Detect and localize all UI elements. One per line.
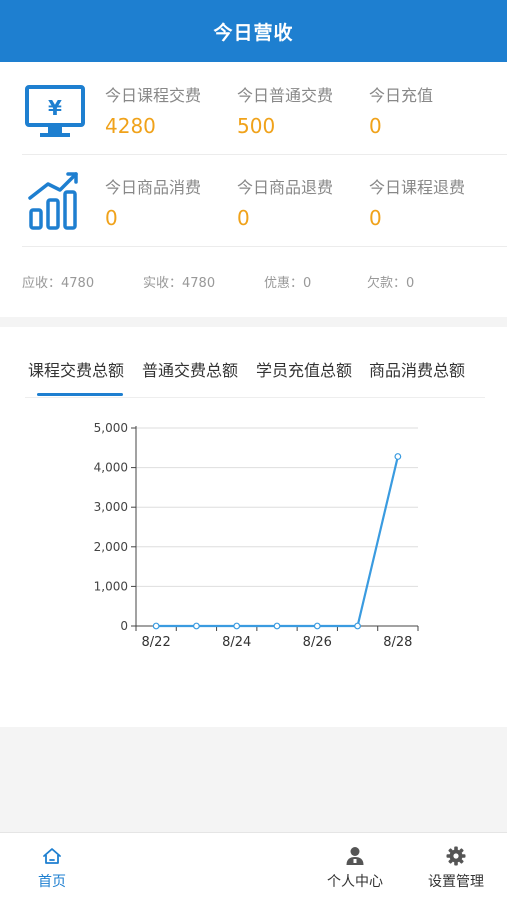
data-point [354, 622, 361, 630]
tab-normal-fee-total[interactable]: 普通交费总额 [142, 357, 238, 381]
data-point [233, 622, 241, 630]
bottom-nav: 首页 个人中心 设置管理 [0, 832, 507, 900]
series-line [156, 456, 399, 628]
revenue-summary: ¥ 今日课程交费 4280 今日普通交费 500 今日充值 0 今日商品消费 0… [0, 62, 507, 317]
stat-recharge[interactable]: 今日充值 0 [369, 82, 499, 138]
monitor-yuan-icon: ¥ [22, 78, 88, 142]
stat-label: 今日商品退费 [237, 178, 334, 197]
stat-value: 0 [237, 206, 250, 230]
tab-goods-consume-total[interactable]: 商品消费总额 [369, 357, 465, 381]
data-point [193, 622, 200, 630]
x-tick-label: 8/24 [222, 635, 251, 650]
nav-label: 首页 [38, 874, 66, 890]
stat-label: 今日普通交费 [237, 86, 334, 105]
x-tick-label: 8/22 [142, 635, 171, 650]
nav-profile[interactable]: 个人中心 [315, 845, 395, 891]
stat-label: 今日课程退费 [369, 178, 466, 197]
tabs-divider [25, 397, 485, 398]
stat-course-refund[interactable]: 今日课程退费 0 [369, 174, 499, 230]
stat-value: 0 [369, 114, 382, 138]
stat-label: 今日充值 [369, 86, 434, 105]
total-discount: 优惠：0 [264, 276, 312, 291]
stat-label: 今日课程交费 [105, 86, 202, 105]
stat-row-goods: 今日商品消费 0 今日商品退费 0 今日课程退费 0 [0, 154, 507, 247]
data-point [313, 622, 321, 630]
nav-label: 设置管理 [428, 874, 484, 890]
app-header: 今日营收 [0, 0, 507, 62]
x-tick-label: 8/26 [303, 635, 332, 650]
data-point [273, 622, 281, 630]
total-received: 实收：4780 [143, 276, 216, 291]
home-icon [43, 848, 61, 864]
y-tick-label: 3,000 [94, 500, 128, 514]
stat-value: 0 [369, 206, 382, 230]
total-arrears: 欠款：0 [367, 276, 415, 291]
stat-row-fees: ¥ 今日课程交费 4280 今日普通交费 500 今日充值 0 [0, 62, 507, 155]
stat-label: 今日商品消费 [105, 178, 202, 197]
nav-label: 个人中心 [327, 874, 383, 890]
nav-home[interactable]: 首页 [12, 845, 92, 891]
stat-normal-fee[interactable]: 今日普通交费 500 [237, 82, 367, 138]
tab-course-fee-total[interactable]: 课程交费总额 [28, 357, 124, 381]
y-tick-label: 1,000 [94, 579, 128, 593]
chart-tabs: 课程交费总额 普通交费总额 学员充值总额 商品消费总额 [25, 351, 485, 397]
data-point [152, 622, 160, 630]
y-tick-label: 5,000 [94, 421, 128, 435]
y-tick-label: 2,000 [94, 540, 128, 554]
course-fee-line-chart: 0 1,000 2,000 3,000 4,000 5,000 8/22 8/24 8/26 8/… [94, 421, 419, 650]
user-icon [346, 847, 364, 865]
nav-settings[interactable]: 设置管理 [416, 845, 496, 891]
totals-row: 应收：4780 实收：4780 优惠：0 欠款：0 [0, 272, 507, 302]
y-tick-label: 0 [120, 619, 128, 633]
stat-value: 4280 [105, 114, 156, 138]
tab-recharge-total[interactable]: 学员充值总额 [256, 357, 352, 381]
stat-goods-refund[interactable]: 今日商品退费 0 [237, 174, 367, 230]
stat-value: 500 [237, 114, 276, 138]
stat-value: 0 [105, 206, 118, 230]
active-tab-indicator [37, 393, 123, 396]
x-tick-label: 8/28 [383, 635, 412, 650]
row-divider [22, 246, 507, 247]
svg-text:¥: ¥ [48, 96, 62, 120]
total-receivable: 应收：4780 [22, 276, 95, 291]
page-title: 今日营收 [213, 21, 294, 44]
stat-goods-consume[interactable]: 今日商品消费 0 [105, 174, 235, 230]
bar-chart-growth-icon [22, 170, 88, 234]
y-tick-label: 4,000 [94, 461, 128, 475]
stat-course-fee[interactable]: 今日课程交费 4280 [105, 82, 235, 138]
gear-icon [446, 846, 466, 866]
data-point [394, 453, 402, 460]
